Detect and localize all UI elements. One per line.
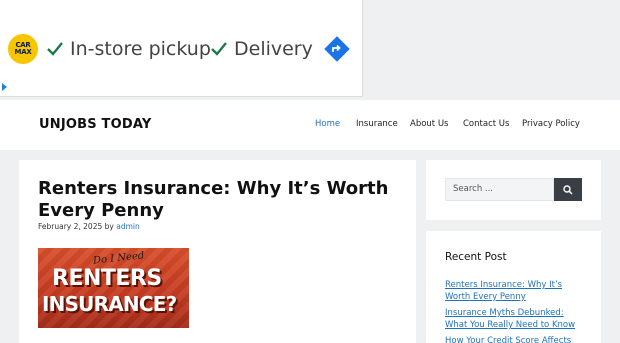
post-author-link[interactable]: admin <box>116 222 140 231</box>
ad-item-label: In-store pickup <box>70 38 211 60</box>
recent-posts-title: Recent Post <box>445 251 507 263</box>
ad-banner[interactable]: CAR MAX In-store pickup Delivery <box>0 0 363 97</box>
recent-post-link[interactable]: Renters Insurance: Why It’s Worth Every … <box>445 279 585 303</box>
checkmark-icon <box>47 42 63 56</box>
nav-contact-us[interactable]: Contact Us <box>463 119 509 129</box>
thumbnail-line1: RENTERS <box>52 266 162 291</box>
post-by: by <box>104 222 114 231</box>
recent-post-link[interactable]: How Your Credit Score Affects <box>445 335 585 343</box>
ad-item-pickup: In-store pickup <box>46 35 211 63</box>
post-card: Renters Insurance: Why It’s Worth Every … <box>19 160 416 343</box>
nav-privacy-policy[interactable]: Privacy Policy <box>522 119 580 129</box>
recent-post-link[interactable]: Insurance Myths Debunked: What You Reall… <box>445 307 585 331</box>
directions-arrow-icon[interactable] <box>324 36 350 62</box>
thumbnail-line2: INSURANCE? <box>42 292 177 316</box>
carmax-logo[interactable]: CAR MAX <box>8 34 38 64</box>
nav-insurance[interactable]: Insurance <box>356 119 398 129</box>
checkmark-icon <box>211 42 227 56</box>
post-date: February 2, 2025 <box>38 222 103 231</box>
ad-item-label: Delivery <box>234 38 313 60</box>
search-widget: Search ... <box>426 160 601 220</box>
nav-home[interactable]: Home <box>315 119 340 129</box>
nav-about-us[interactable]: About Us <box>410 119 448 129</box>
ad-item-delivery: Delivery <box>210 35 313 63</box>
site-header: UNJOBS TODAY Home Insurance About Us Con… <box>0 100 620 150</box>
post-thumbnail[interactable]: Do I Need RENTERS INSURANCE? <box>38 248 189 328</box>
post-meta: February 2, 2025 by admin <box>38 222 140 231</box>
recent-posts-widget: Recent Post Renters Insurance: Why It’s … <box>426 231 601 343</box>
search-button[interactable] <box>554 178 582 201</box>
carmax-logo-text: CAR MAX <box>14 41 32 56</box>
info-triangle-icon[interactable] <box>1 82 8 92</box>
search-icon <box>563 184 573 195</box>
search-input[interactable]: Search ... <box>445 178 554 201</box>
post-title[interactable]: Renters Insurance: Why It’s Worth Every … <box>38 178 408 222</box>
site-title[interactable]: UNJOBS TODAY <box>39 117 151 132</box>
